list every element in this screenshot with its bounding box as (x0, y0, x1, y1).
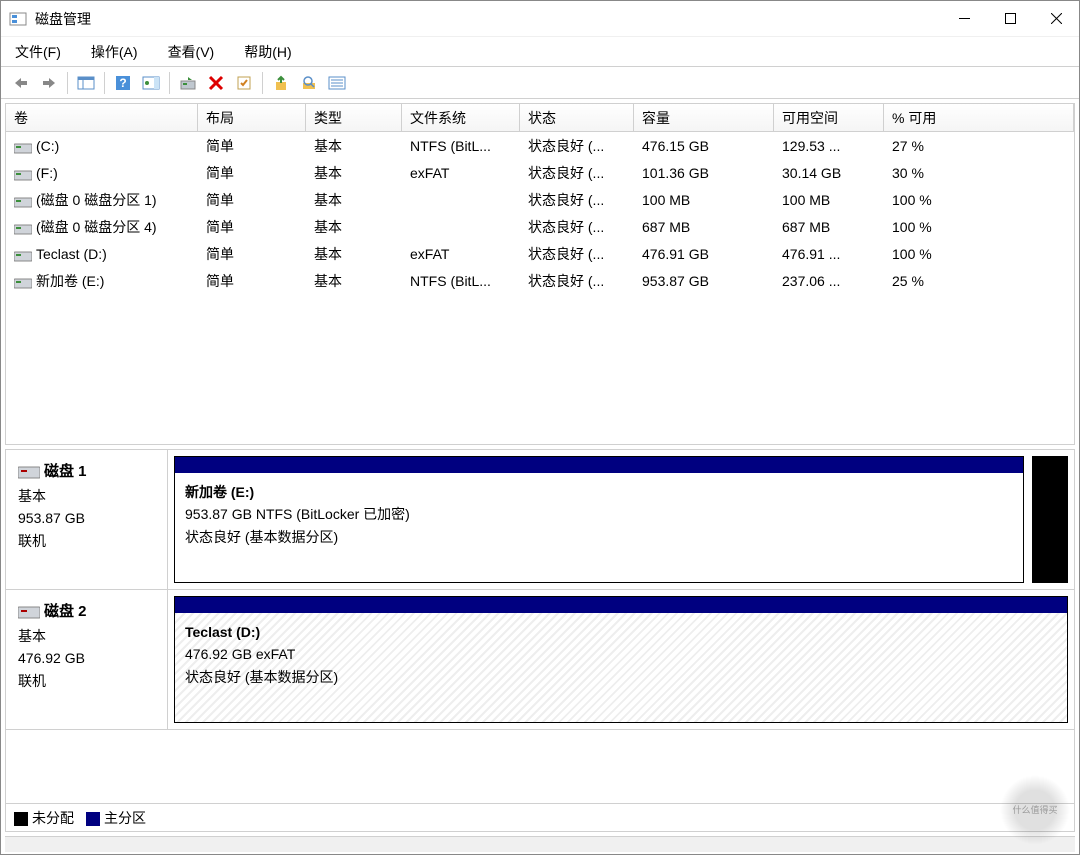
window-title: 磁盘管理 (35, 9, 941, 29)
table-row[interactable]: (C:)简单基本NTFS (BitL...状态良好 (...476.15 GB1… (6, 132, 1074, 159)
legend-unallocated: 未分配 (14, 808, 74, 828)
column-free[interactable]: 可用空间 (774, 104, 884, 131)
delete-button[interactable] (203, 70, 229, 96)
partition[interactable]: Teclast (D:)476.92 GB exFAT状态良好 (基本数据分区) (174, 596, 1068, 723)
partition-state: 状态良好 (基本数据分区) (185, 526, 1013, 548)
partition-detail: 953.87 GB NTFS (BitLocker 已加密) (185, 503, 1013, 525)
menu-action[interactable]: 操作(A) (85, 40, 144, 64)
disk-row: 磁盘 2 基本476.92 GB联机 Teclast (D:)476.92 GB e… (6, 590, 1074, 730)
volume-list-body: (C:)简单基本NTFS (BitL...状态良好 (...476.15 GB1… (6, 132, 1074, 294)
partition-detail: 476.92 GB exFAT (185, 643, 1057, 665)
menu-file[interactable]: 文件(F) (9, 40, 67, 64)
disk-meta: 基本476.92 GB联机 (18, 625, 155, 692)
list-button[interactable] (324, 70, 350, 96)
legend: 未分配 主分区 (6, 803, 1074, 831)
main-area: 卷 布局 类型 文件系统 状态 容量 可用空间 % 可用 (C:)简单基本NTF… (1, 99, 1079, 856)
disk-icon (18, 465, 40, 479)
show-hide-console-tree-button[interactable] (73, 70, 99, 96)
toolbar: ? (1, 67, 1079, 99)
volume-list-pane: 卷 布局 类型 文件系统 状态 容量 可用空间 % 可用 (C:)简单基本NTF… (5, 103, 1075, 445)
table-row[interactable]: 新加卷 (E:)简单基本NTFS (BitL...状态良好 (...953.87… (6, 267, 1074, 294)
disk-name: 磁盘 1 (44, 463, 87, 480)
column-layout[interactable]: 布局 (198, 104, 306, 131)
partition-body: Teclast (D:)476.92 GB exFAT状态良好 (基本数据分区) (175, 613, 1067, 722)
toolbar-separator (104, 72, 105, 94)
column-volume[interactable]: 卷 (6, 104, 198, 131)
partition-name: 新加卷 (E:) (185, 481, 1013, 503)
column-filesystem[interactable]: 文件系统 (402, 104, 520, 131)
partition-header (175, 597, 1067, 613)
partition-name: Teclast (D:) (185, 621, 1057, 643)
disk-label[interactable]: 磁盘 2 基本476.92 GB联机 (6, 590, 168, 729)
window-controls (941, 1, 1079, 37)
minimize-button[interactable] (941, 1, 987, 37)
disk-graphical-pane: 磁盘 1基本953.87 GB联机新加卷 (E:)953.87 GB NTFS … (5, 449, 1075, 832)
legend-swatch-primary (86, 812, 100, 826)
volume-icon (14, 249, 32, 261)
action-pane-button[interactable] (138, 70, 164, 96)
disk-icon (18, 605, 40, 619)
import-button[interactable] (268, 70, 294, 96)
toolbar-separator (67, 72, 68, 94)
legend-swatch-unallocated (14, 812, 28, 826)
legend-primary: 主分区 (86, 808, 146, 828)
volume-icon (14, 276, 32, 288)
disk-name: 磁盘 2 (44, 603, 87, 620)
properties-button[interactable] (231, 70, 257, 96)
back-button[interactable] (8, 70, 34, 96)
toolbar-separator (169, 72, 170, 94)
column-pct[interactable]: % 可用 (884, 104, 1074, 131)
menu-help[interactable]: 帮助(H) (238, 40, 297, 64)
partition-header (175, 457, 1023, 473)
app-icon (9, 10, 27, 28)
help-button[interactable]: ? (110, 70, 136, 96)
volume-icon (14, 195, 32, 207)
disk-meta: 基本953.87 GB联机 (18, 485, 155, 552)
partition-state: 状态良好 (基本数据分区) (185, 666, 1057, 688)
column-capacity[interactable]: 容量 (634, 104, 774, 131)
table-row[interactable]: (磁盘 0 磁盘分区 1)简单基本状态良好 (...100 MB100 MB10… (6, 186, 1074, 213)
table-row[interactable]: (磁盘 0 磁盘分区 4)简单基本状态良好 (...687 MB687 MB10… (6, 213, 1074, 240)
unallocated-space[interactable] (1032, 456, 1068, 583)
disk-partitions: Teclast (D:)476.92 GB exFAT状态良好 (基本数据分区) (168, 590, 1074, 729)
partition[interactable]: 新加卷 (E:)953.87 GB NTFS (BitLocker 已加密)状态… (174, 456, 1024, 583)
horizontal-scrollbar[interactable] (5, 836, 1075, 852)
volume-list-header: 卷 布局 类型 文件系统 状态 容量 可用空间 % 可用 (6, 104, 1074, 132)
forward-button[interactable] (36, 70, 62, 96)
svg-text:?: ? (119, 76, 126, 90)
partition-body: 新加卷 (E:)953.87 GB NTFS (BitLocker 已加密)状态… (175, 473, 1023, 582)
disk-scroll-area[interactable]: 磁盘 1基本953.87 GB联机新加卷 (E:)953.87 GB NTFS … (6, 450, 1074, 803)
close-button[interactable] (1033, 1, 1079, 37)
volume-icon (14, 168, 32, 180)
disk-partitions: 新加卷 (E:)953.87 GB NTFS (BitLocker 已加密)状态… (168, 450, 1074, 589)
volume-icon (14, 141, 32, 153)
menu-view[interactable]: 查看(V) (162, 40, 221, 64)
title-bar: 磁盘管理 (1, 1, 1079, 37)
search-button[interactable] (296, 70, 322, 96)
table-row[interactable]: Teclast (D:)简单基本exFAT状态良好 (...476.91 GB4… (6, 240, 1074, 267)
menu-bar: 文件(F) 操作(A) 查看(V) 帮助(H) (1, 37, 1079, 67)
disk-label[interactable]: 磁盘 1 基本953.87 GB联机 (6, 450, 168, 589)
refresh-button[interactable] (175, 70, 201, 96)
toolbar-separator (262, 72, 263, 94)
disk-row: 磁盘 1基本953.87 GB联机新加卷 (E:)953.87 GB NTFS … (6, 450, 1074, 590)
column-status[interactable]: 状态 (520, 104, 634, 131)
volume-icon (14, 222, 32, 234)
maximize-button[interactable] (987, 1, 1033, 37)
table-row[interactable]: (F:)简单基本exFAT状态良好 (...101.36 GB30.14 GB3… (6, 159, 1074, 186)
column-type[interactable]: 类型 (306, 104, 402, 131)
